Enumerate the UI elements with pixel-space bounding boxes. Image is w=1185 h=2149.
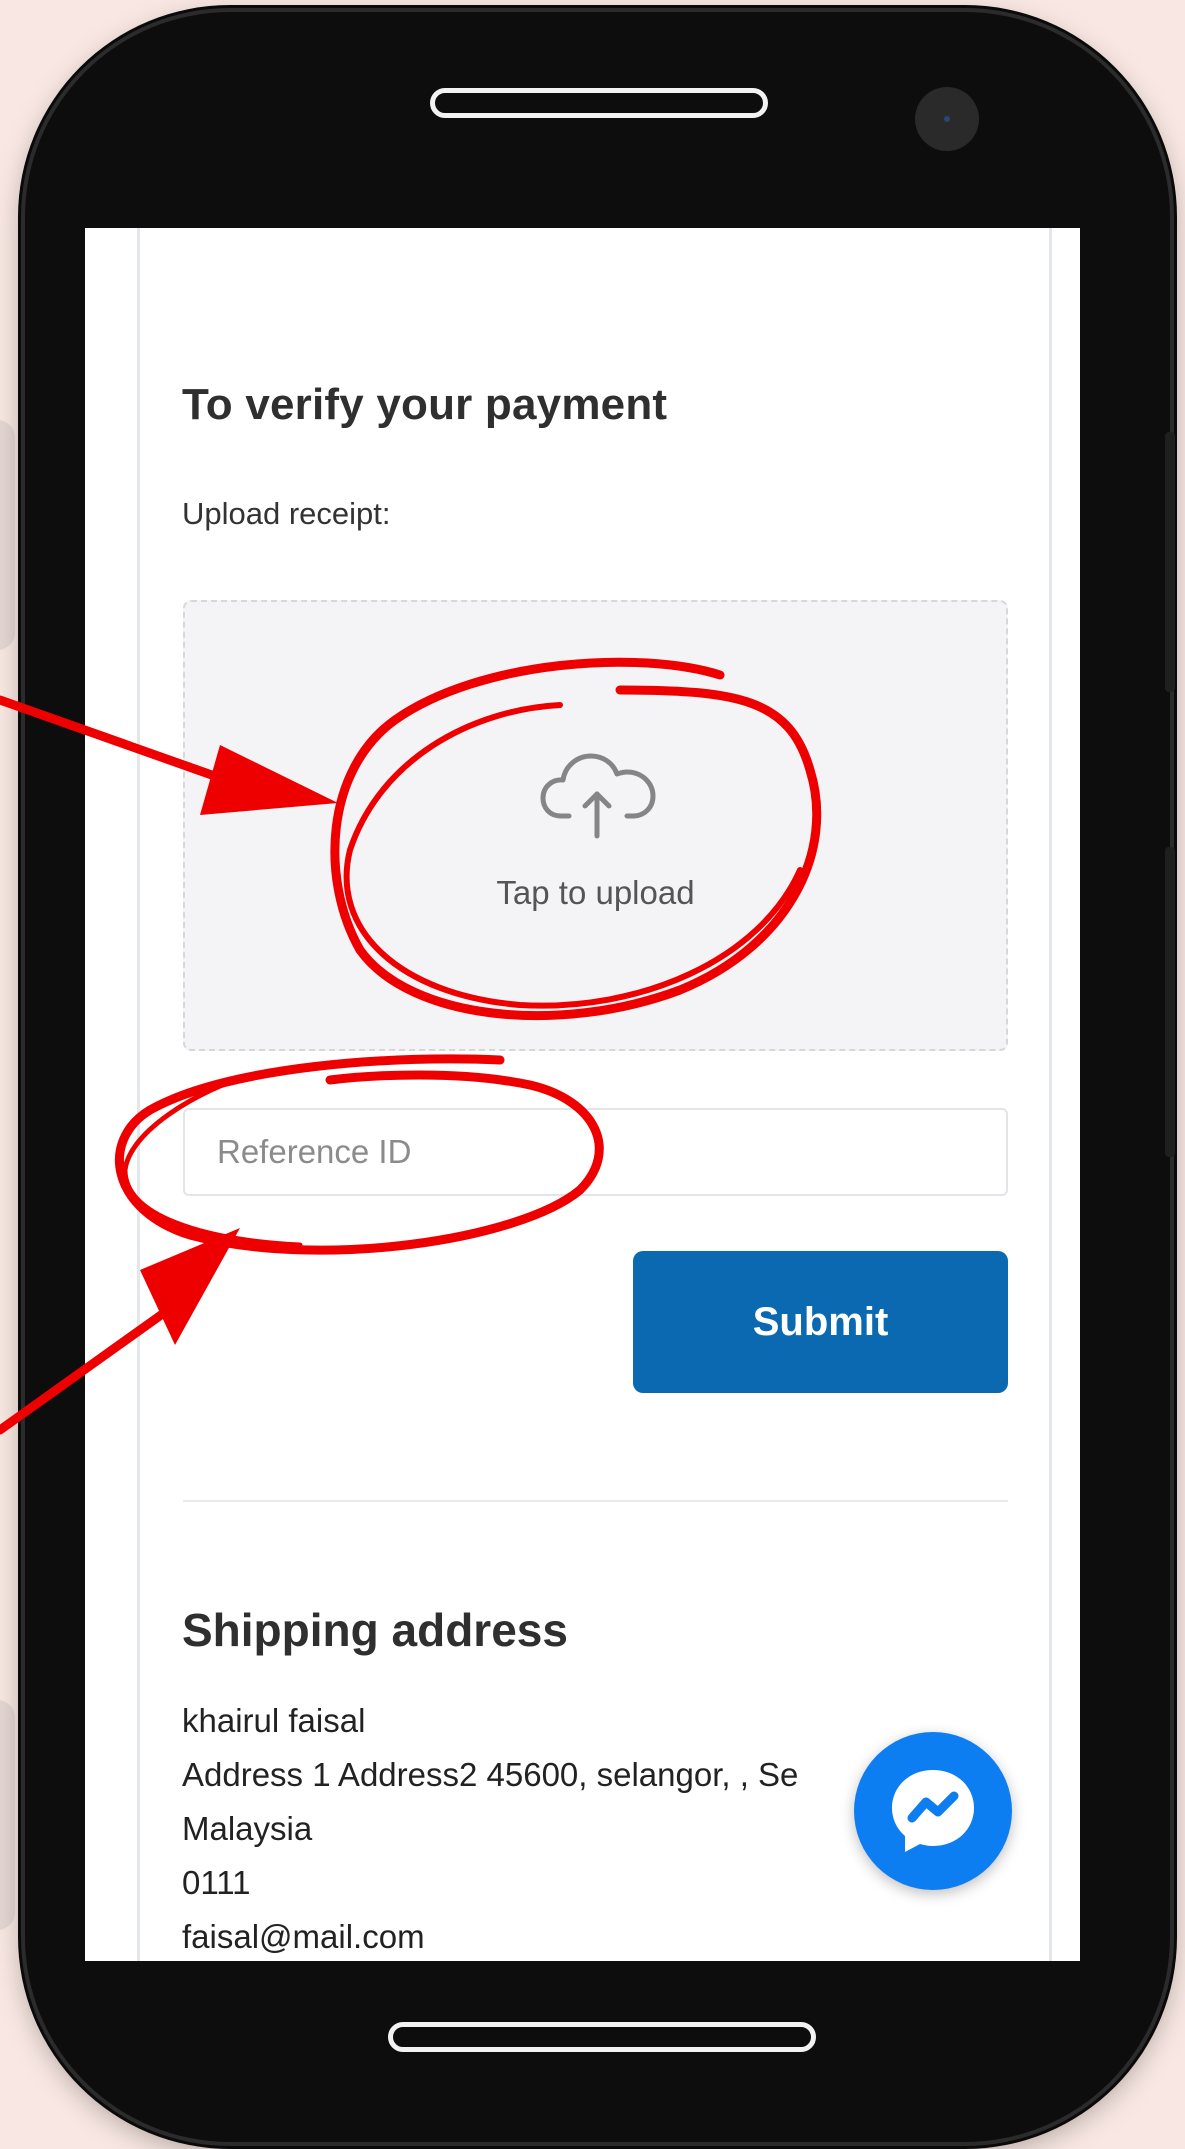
upload-dropzone[interactable]: Tap to upload [183,600,1008,1051]
content-border-right [1049,228,1052,1961]
volume-button [1165,432,1175,692]
shipping-address-heading: Shipping address [182,1604,568,1656]
phone-screen: To verify your payment Upload receipt: T… [85,228,1080,1961]
reference-id-input[interactable] [183,1108,1008,1196]
submit-button[interactable]: Submit [633,1251,1008,1393]
shipping-country: Malaysia [182,1810,313,1847]
power-button [1165,847,1175,1157]
messenger-chat-button[interactable] [854,1732,1012,1890]
background-tab-left-top [0,420,15,650]
section-divider [183,1500,1008,1502]
home-indicator[interactable] [388,2022,816,2052]
shipping-phone: 0111 [182,1864,251,1901]
upload-receipt-label: Upload receipt: [182,496,391,531]
speaker-grille [430,88,768,118]
front-camera [915,87,979,151]
shipping-address-block: khairul faisal Address 1 Address2 45600,… [182,1694,798,1961]
cloud-upload-icon [539,750,659,840]
messenger-icon [892,1770,974,1852]
shipping-email: faisal@mail.com [182,1918,425,1955]
verify-payment-heading: To verify your payment [182,380,668,429]
shipping-name: khairul faisal [182,1702,366,1739]
tap-to-upload-text: Tap to upload [496,874,695,911]
shipping-address-line: Address 1 Address2 45600, selangor, , Se [182,1756,799,1793]
background-tab-left-bottom [0,1700,15,1930]
content-border-left [137,228,140,1961]
